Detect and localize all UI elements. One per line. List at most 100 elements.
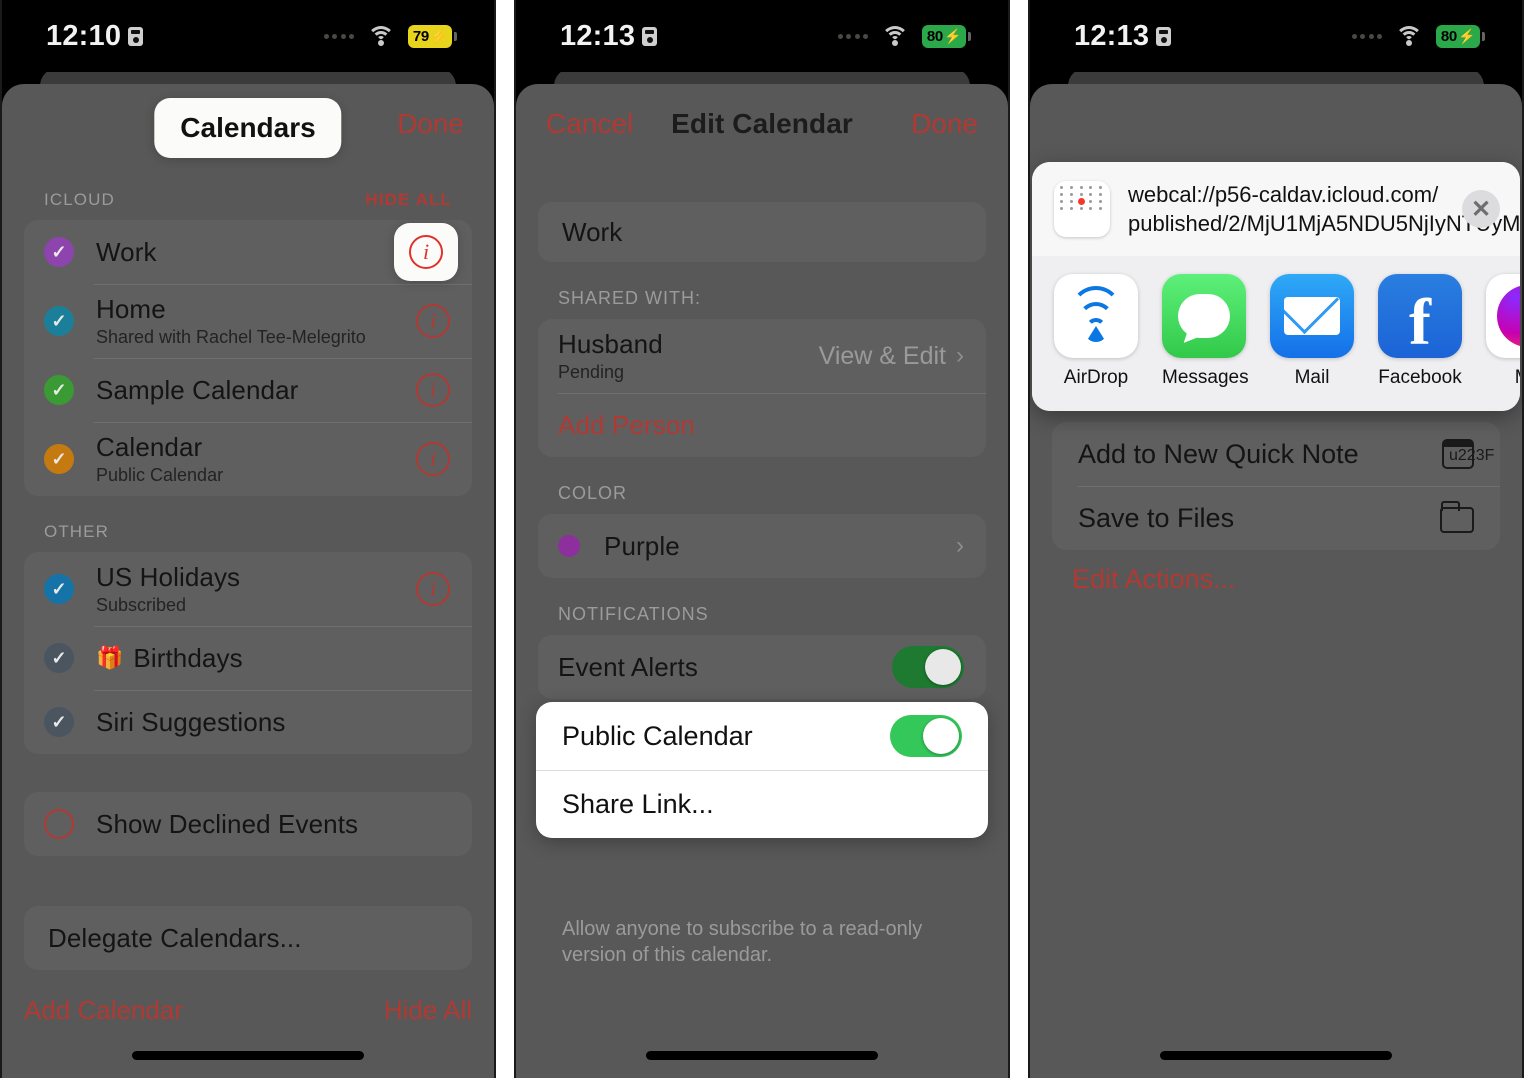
- info-icon[interactable]: i: [416, 572, 450, 606]
- edit-calendar-sheet: Cancel Edit Calendar Done Work SHARED WI…: [516, 84, 1008, 1078]
- info-icon[interactable]: i: [416, 304, 450, 338]
- status-bar: 12:13 80 ⚡: [1030, 0, 1522, 72]
- cancel-button[interactable]: Cancel: [546, 108, 633, 140]
- share-link-row[interactable]: Share Link...: [536, 770, 988, 838]
- quick-note-icon: [1442, 439, 1494, 469]
- delegate-calendars-label: Delegate Calendars...: [48, 922, 302, 953]
- info-icon[interactable]: i: [416, 442, 450, 476]
- share-target-mail[interactable]: Mail: [1270, 274, 1354, 389]
- table-row[interactable]: ✓ Siri Suggestions: [24, 690, 472, 754]
- table-row[interactable]: ✓ 🎁 Birthdays: [24, 626, 472, 690]
- table-row[interactable]: ✓ Home Shared with Rachel Tee-Melegrito …: [24, 284, 472, 358]
- status-indicators: 79 ⚡: [323, 24, 457, 48]
- charging-bolt-icon: ⚡: [1457, 27, 1476, 44]
- section-header-shared-with: SHARED WITH:: [558, 288, 702, 308]
- mail-icon: [1270, 274, 1354, 359]
- checkmark-icon[interactable]: ✓: [44, 444, 74, 474]
- action-add-quick-note[interactable]: Add to New Quick Note: [1052, 422, 1500, 486]
- signal-dots-icon: [837, 33, 868, 39]
- share-target-messages[interactable]: Messages: [1162, 274, 1249, 389]
- radio-unchecked-icon[interactable]: [44, 809, 74, 839]
- table-row[interactable]: ✓ Work i: [24, 220, 472, 284]
- wifi-icon: [367, 26, 395, 46]
- status-bar: 12:10 79 ⚡: [2, 0, 494, 72]
- action-save-to-files[interactable]: Save to Files: [1052, 486, 1500, 550]
- calendar-name: Home: [96, 294, 166, 324]
- add-person-row[interactable]: Add Person: [538, 393, 986, 457]
- icloud-calendar-card: ✓ Work i ✓ Home Shared with Rachel Tee-M…: [24, 220, 472, 496]
- person-permission: View & Edit ›: [819, 342, 964, 371]
- done-button[interactable]: Done: [397, 108, 464, 140]
- hide-all-link[interactable]: HIDE ALL: [365, 190, 452, 210]
- checkmark-icon[interactable]: ✓: [44, 707, 74, 737]
- calendar-name: Birthdays: [133, 642, 243, 673]
- shared-with-card: Husband Pending View & Edit › Add Person: [538, 319, 986, 457]
- info-button-highlight[interactable]: i: [394, 223, 458, 281]
- add-calendar-button[interactable]: Add Calendar: [24, 995, 183, 1026]
- add-person-label: Add Person: [558, 409, 695, 440]
- home-indicator: [646, 1051, 878, 1060]
- chevron-right-icon: ›: [956, 532, 964, 559]
- facebook-icon: f: [1378, 274, 1462, 359]
- wifi-icon: [1395, 26, 1423, 46]
- table-row[interactable]: ✓ US Holidays Subscribed i: [24, 552, 472, 626]
- shared-person-row[interactable]: Husband Pending View & Edit ›: [538, 319, 986, 393]
- calendar-subtitle: Shared with Rachel Tee-Melegrito: [96, 327, 366, 347]
- lock-icon: [128, 26, 144, 46]
- panel-gap: [496, 0, 514, 1078]
- checkmark-icon[interactable]: ✓: [44, 306, 74, 336]
- info-icon[interactable]: i: [416, 373, 450, 407]
- edit-actions-button[interactable]: Edit Actions...: [1072, 564, 1236, 595]
- checkmark-icon[interactable]: ✓: [44, 237, 74, 267]
- close-icon[interactable]: ✕: [1462, 190, 1500, 229]
- color-name: Purple: [604, 530, 680, 561]
- section-label: OTHER: [44, 522, 109, 541]
- show-declined-row[interactable]: Show Declined Events: [24, 792, 472, 856]
- calendar-name: Sample Calendar: [96, 374, 299, 405]
- calendar-subtitle: Subscribed: [96, 595, 187, 615]
- calendar-name: US Holidays: [96, 562, 241, 592]
- checkmark-icon[interactable]: ✓: [44, 574, 74, 604]
- calendar-name: Siri Suggestions: [96, 706, 286, 737]
- share-target-airdrop[interactable]: AirDrop: [1054, 274, 1138, 389]
- public-calendar-row[interactable]: Public Calendar: [536, 702, 988, 770]
- public-calendar-toggle[interactable]: [890, 715, 962, 757]
- row-text: Siri Suggestions: [96, 707, 450, 738]
- delegate-calendars-row[interactable]: Delegate Calendars...: [24, 906, 472, 970]
- info-icon[interactable]: i: [409, 235, 443, 269]
- navigation-bar: Cancel Edit Calendar Done: [516, 84, 1008, 164]
- checkmark-icon[interactable]: ✓: [44, 375, 74, 405]
- event-alerts-row[interactable]: Event Alerts: [538, 635, 986, 699]
- public-calendar-label: Public Calendar: [562, 720, 753, 751]
- battery-icon: 80 ⚡: [1436, 24, 1485, 48]
- share-target-messenger[interactable]: Me: [1486, 274, 1520, 389]
- checkmark-icon[interactable]: ✓: [44, 643, 74, 673]
- footer-toolbar: Add Calendar Hide All: [2, 995, 494, 1026]
- messages-icon: [1162, 274, 1246, 359]
- hide-all-button[interactable]: Hide All: [384, 995, 472, 1026]
- chevron-right-icon: ›: [956, 342, 964, 369]
- wifi-icon: [881, 26, 909, 46]
- share-target-label: Messages: [1162, 367, 1249, 389]
- table-row[interactable]: ✓ Sample Calendar i: [24, 358, 472, 422]
- public-calendar-hint: Allow anyone to subscribe to a read-only…: [562, 918, 923, 967]
- calendar-app-icon: [1054, 181, 1110, 238]
- calendar-name-input[interactable]: Work: [538, 202, 986, 262]
- battery-level: 80: [1440, 27, 1457, 45]
- signal-dots-icon: [323, 33, 354, 39]
- event-alerts-toggle[interactable]: [892, 646, 964, 688]
- done-button[interactable]: Done: [911, 108, 978, 140]
- color-row[interactable]: Purple ›: [538, 514, 986, 578]
- share-target-facebook[interactable]: f Facebook: [1378, 274, 1462, 389]
- calendar-name: Calendar: [96, 432, 203, 462]
- section-header-other: OTHER: [2, 496, 494, 552]
- person-name: Husband: [558, 329, 663, 359]
- battery-icon: 80 ⚡: [922, 24, 971, 48]
- row-text: Husband Pending: [558, 329, 819, 383]
- airdrop-icon: [1054, 274, 1138, 359]
- charging-bolt-icon: ⚡: [429, 27, 448, 44]
- phone-panel-edit-calendar: 12:13 80 ⚡ Cancel Edit Calendar Done Work…: [514, 0, 1010, 1078]
- table-row[interactable]: ✓ Calendar Public Calendar i: [24, 422, 472, 496]
- folder-icon: [1440, 501, 1474, 533]
- nav-left-spacer: [32, 108, 40, 140]
